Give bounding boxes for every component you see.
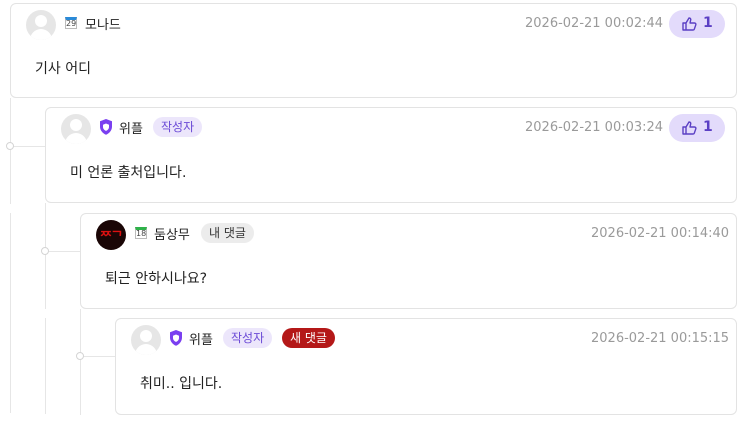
shield-icon [100,119,112,135]
avatar-text: ᄍᄀ [100,230,123,245]
thread-branch [10,146,45,147]
thread-line [80,309,81,415]
comment-date: 2026-02-21 00:15:15 [591,331,730,346]
nickname[interactable]: 위플 [189,329,213,348]
like-count: 1 [703,119,713,135]
comment-card: 위플 작성자 2026-02-21 00:03:24 1 미 언론 출처입니다. [45,107,737,203]
comment-date: 2026-02-21 00:02:44 [525,16,664,31]
like-button[interactable]: 1 [669,10,725,38]
thread-line [10,213,11,413]
comment-content: 취미.. 입니다. [140,376,223,392]
new-comment-badge: 새 댓글 [282,328,335,348]
thread-line [45,203,46,309]
nickname[interactable]: 위플 [119,118,143,137]
thread-line [10,98,11,204]
shield-icon [170,330,182,346]
thread-line [45,318,46,414]
thumbs-up-icon [682,17,697,31]
comment-date: 2026-02-21 00:14:40 [591,226,730,241]
avatar[interactable] [61,114,91,144]
comment-date: 2026-02-21 00:03:24 [525,120,664,135]
author-badge: 작성자 [223,328,273,348]
thread-branch [45,251,80,252]
avatar[interactable]: ᄍᄀ [96,220,126,250]
level-icon: 29 [65,17,77,29]
thread-node [41,247,49,255]
author-badge: 작성자 [153,117,203,137]
comment-card: ᄍᄀ 18 둠상무 내 댓글 2026-02-21 00:14:40 퇴근 안하… [80,213,737,309]
my-comment-badge: 내 댓글 [201,223,254,243]
like-count: 1 [703,15,713,31]
nickname[interactable]: 둠상무 [154,224,190,243]
avatar[interactable] [131,325,161,355]
thread-node [76,352,84,360]
nickname[interactable]: 모나드 [85,14,121,33]
comment-card: 위플 작성자 새 댓글 2026-02-21 00:15:15 취미.. 입니다… [115,318,737,415]
comment-content: 기사 어디 [35,61,91,77]
thread-node [6,142,14,150]
like-button[interactable]: 1 [669,114,725,142]
thread-branch [80,356,115,357]
comment-content: 미 언론 출처입니다. [70,165,187,181]
avatar[interactable] [26,10,56,40]
comment-content: 퇴근 안하시나요? [105,271,208,287]
comment-card: 29 모나드 2026-02-21 00:02:44 1 기사 어디 [10,3,737,98]
level-icon: 18 [135,227,147,239]
thumbs-up-icon [682,121,697,135]
